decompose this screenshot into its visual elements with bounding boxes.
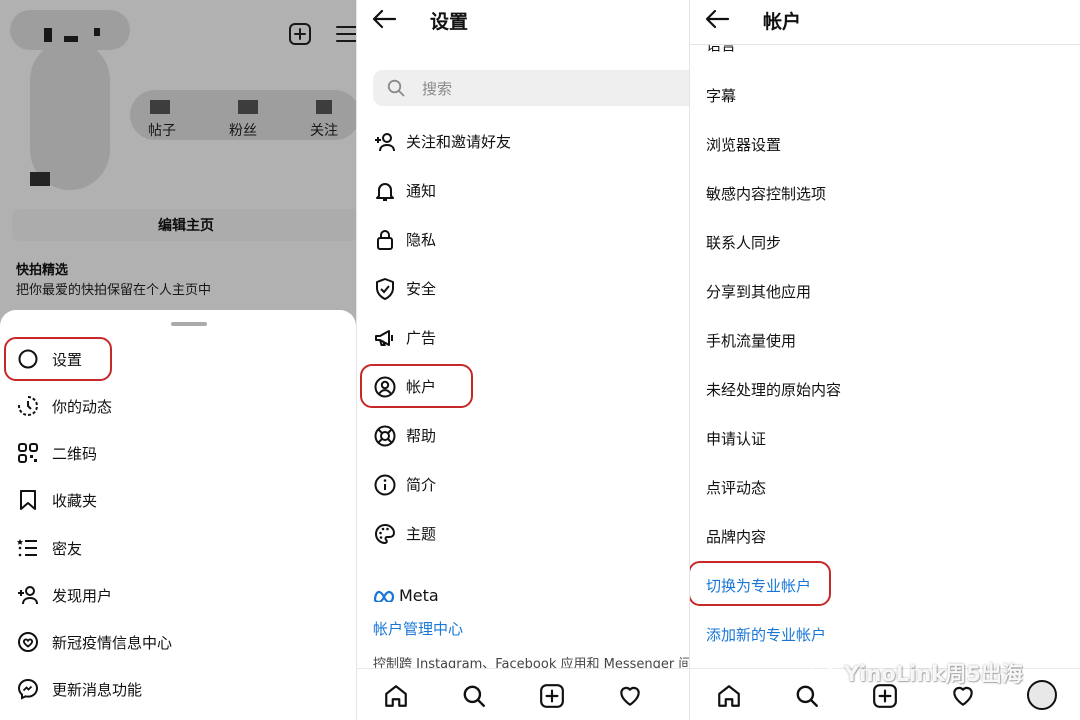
shield-icon — [371, 275, 399, 303]
add-user-icon — [371, 128, 399, 156]
menu-item-covid-info[interactable]: 新冠疫情信息中心 — [0, 620, 356, 664]
settings-item-theme[interactable]: 主题 — [357, 512, 690, 556]
watermark-text: YinoLink周5出海 — [844, 662, 1023, 686]
heart-icon[interactable] — [617, 683, 643, 709]
account-header: 帐户 — [690, 0, 1080, 40]
covid-info-icon — [14, 628, 42, 656]
settings-item-label: 广告 — [406, 329, 437, 347]
menu-item-label: 收藏夹 — [52, 491, 98, 510]
back-arrow-icon[interactable] — [371, 7, 397, 31]
sheet-drag-handle[interactable] — [171, 322, 207, 326]
menu-item-qr-code[interactable]: 二维码 — [0, 431, 356, 475]
accounts-center-link[interactable]: 帐户管理中心 — [373, 618, 463, 639]
info-icon — [371, 471, 399, 499]
account-item-original-content[interactable]: 未经处理的原始内容 — [706, 379, 841, 400]
menu-item-label: 二维码 — [52, 444, 98, 463]
home-icon[interactable] — [383, 683, 409, 709]
wechat-logo-icon — [810, 662, 839, 684]
lifebuoy-icon — [371, 422, 399, 450]
account-panel: 帐户 语言 字幕 浏览器设置 敏感内容控制选项 联系人同步 分享到其他应用 手机… — [689, 0, 1080, 720]
settings-item-label: 简介 — [406, 476, 437, 494]
back-arrow-icon[interactable] — [704, 7, 730, 31]
menu-item-label: 密友 — [52, 539, 83, 558]
settings-item-notifications[interactable]: 通知 — [357, 169, 690, 213]
settings-item-help[interactable]: 帮助 — [357, 414, 690, 458]
close-friends-icon — [14, 534, 42, 562]
search-placeholder: 搜索 — [422, 80, 453, 98]
bell-icon — [371, 177, 399, 205]
messenger-icon — [14, 675, 42, 703]
page-title: 帐户 — [763, 11, 802, 33]
account-item-branded-content[interactable]: 品牌内容 — [706, 526, 766, 547]
settings-item-follow-invite[interactable]: 关注和邀请好友 — [357, 120, 690, 164]
menu-item-your-activity[interactable]: 你的动态 — [0, 384, 356, 428]
settings-item-label: 关注和邀请好友 — [406, 133, 512, 151]
header-divider — [690, 44, 1080, 45]
settings-panel: 设置 搜索 关注和邀请好友 通知 隐私 安全 广告 帐户 帮助 简介 主题 Me… — [356, 0, 690, 720]
watermark: YinoLink周5出海 — [810, 658, 1023, 688]
settings-item-label: 安全 — [406, 280, 437, 298]
settings-item-label: 隐私 — [406, 231, 437, 249]
account-item-sensitive-content[interactable]: 敏感内容控制选项 — [706, 183, 826, 204]
menu-item-close-friends[interactable]: 密友 — [0, 526, 356, 570]
highlight-box-settings — [4, 337, 112, 381]
account-item-captions[interactable]: 字幕 — [706, 85, 736, 106]
settings-item-label: 主题 — [406, 525, 437, 543]
menu-item-label: 新冠疫情信息中心 — [52, 633, 173, 652]
bookmark-icon — [14, 486, 42, 514]
menu-item-label: 发现用户 — [52, 586, 113, 605]
highlight-box-account — [360, 364, 473, 408]
account-item-browser-settings[interactable]: 浏览器设置 — [706, 134, 781, 155]
settings-item-ads[interactable]: 广告 — [357, 316, 690, 360]
activity-icon — [14, 392, 42, 420]
menu-item-discover-people[interactable]: 发现用户 — [0, 573, 356, 617]
new-post-icon[interactable] — [539, 683, 565, 709]
palette-icon — [371, 520, 399, 548]
profile-panel: 帖子 粉丝 关注 编辑主页 快拍精选 把你最爱的快拍保留在个人主页中 设置 你的… — [0, 0, 356, 720]
settings-item-privacy[interactable]: 隐私 — [357, 218, 690, 262]
account-item-language[interactable]: 语言 — [706, 44, 736, 55]
page-title: 设置 — [430, 11, 469, 33]
bottom-sheet-menu: 设置 你的动态 二维码 收藏夹 密友 发现用户 新冠疫情信息中心 更新消息功能 — [0, 310, 356, 720]
meta-brand-label: Meta — [399, 586, 439, 605]
account-item-request-verification[interactable]: 申请认证 — [706, 428, 766, 449]
megaphone-icon — [371, 324, 399, 352]
account-item-share-to-apps[interactable]: 分享到其他应用 — [706, 281, 811, 302]
menu-item-label: 你的动态 — [52, 397, 113, 416]
account-item-review-activity[interactable]: 点评动态 — [706, 477, 766, 498]
search-icon — [387, 79, 405, 97]
home-icon[interactable] — [716, 683, 742, 709]
add-user-icon — [14, 581, 42, 609]
search-input[interactable]: 搜索 — [373, 70, 690, 106]
meta-brand: Meta — [373, 586, 439, 605]
add-professional-account-link[interactable]: 添加新的专业帐户 — [706, 624, 826, 645]
settings-header: 设置 — [357, 0, 690, 40]
menu-item-update-messaging[interactable]: 更新消息功能 — [0, 667, 356, 711]
modal-overlay[interactable] — [0, 0, 356, 330]
account-item-data-usage[interactable]: 手机流量使用 — [706, 330, 796, 351]
partial-row-clip: 语言 — [690, 44, 1080, 56]
menu-item-saved[interactable]: 收藏夹 — [0, 478, 356, 522]
qr-code-icon — [14, 439, 42, 467]
lock-icon — [371, 226, 399, 254]
profile-avatar-icon[interactable] — [1026, 679, 1058, 711]
highlight-box-switch-professional — [690, 561, 831, 606]
settings-item-security[interactable]: 安全 — [357, 267, 690, 311]
settings-item-label: 帮助 — [406, 427, 437, 445]
meta-logo-icon — [373, 590, 395, 602]
search-icon[interactable] — [461, 683, 487, 709]
bottom-tab-bar — [357, 668, 690, 720]
account-item-contact-sync[interactable]: 联系人同步 — [706, 232, 781, 253]
settings-item-about[interactable]: 简介 — [357, 463, 690, 507]
menu-item-label: 更新消息功能 — [52, 680, 143, 699]
settings-item-label: 通知 — [406, 182, 437, 200]
